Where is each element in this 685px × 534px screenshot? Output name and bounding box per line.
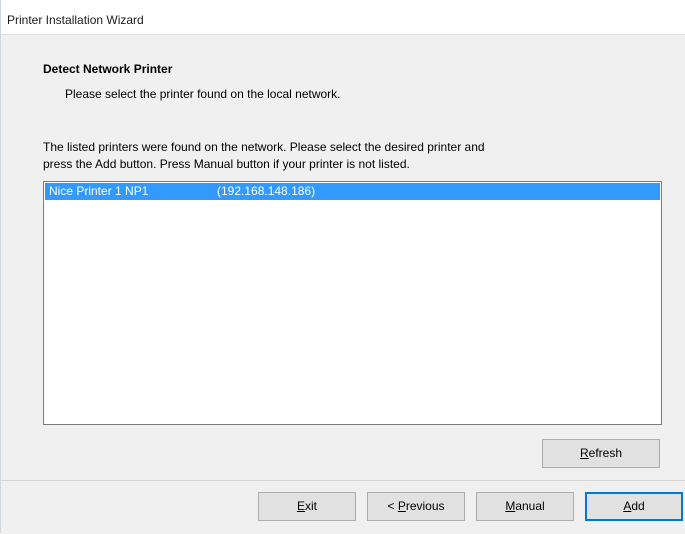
add-button[interactable]: Add [585,492,683,521]
refresh-label-rest: efresh [588,446,623,460]
manual-button[interactable]: Manual [476,492,574,521]
previous-prefix: < [387,499,398,513]
manual-label-rest: anual [515,499,545,513]
title-bar[interactable]: Printer Installation Wizard [1,0,685,34]
printer-ip: (192.168.148.186) [217,184,316,198]
instructions-text: The listed printers were found on the ne… [43,139,643,173]
wizard-window: Printer Installation Wizard Detect Netwo… [0,0,685,534]
printer-list-item[interactable]: Nice Printer 1 NP1 (192.168.148.186) [45,183,660,200]
instructions-line-1: The listed printers were found on the ne… [43,140,485,154]
instructions-line-2: press the Add button. Press Manual butto… [43,157,410,171]
refresh-mnemonic: R [579,446,589,460]
add-label-rest: dd [631,499,645,513]
exit-label-rest: xit [305,499,317,513]
window-title: Printer Installation Wizard [7,13,144,27]
page-subtitle: Please select the printer found on the l… [65,87,341,101]
previous-button[interactable]: < Previous [367,492,465,521]
previous-mnemonic: P [397,499,406,513]
previous-label-rest: revious [405,499,445,513]
wizard-content: Detect Network Printer Please select the… [1,34,685,480]
page-title: Detect Network Printer [43,62,173,76]
printer-list[interactable]: Nice Printer 1 NP1 (192.168.148.186) [43,181,662,425]
manual-mnemonic: M [505,499,516,513]
exit-mnemonic: E [296,499,305,513]
refresh-button[interactable]: Refresh [542,439,660,468]
printer-name: Nice Printer 1 NP1 [49,184,149,198]
exit-button[interactable]: Exit [258,492,356,521]
wizard-footer: Exit < Previous Manual Add [1,480,685,534]
